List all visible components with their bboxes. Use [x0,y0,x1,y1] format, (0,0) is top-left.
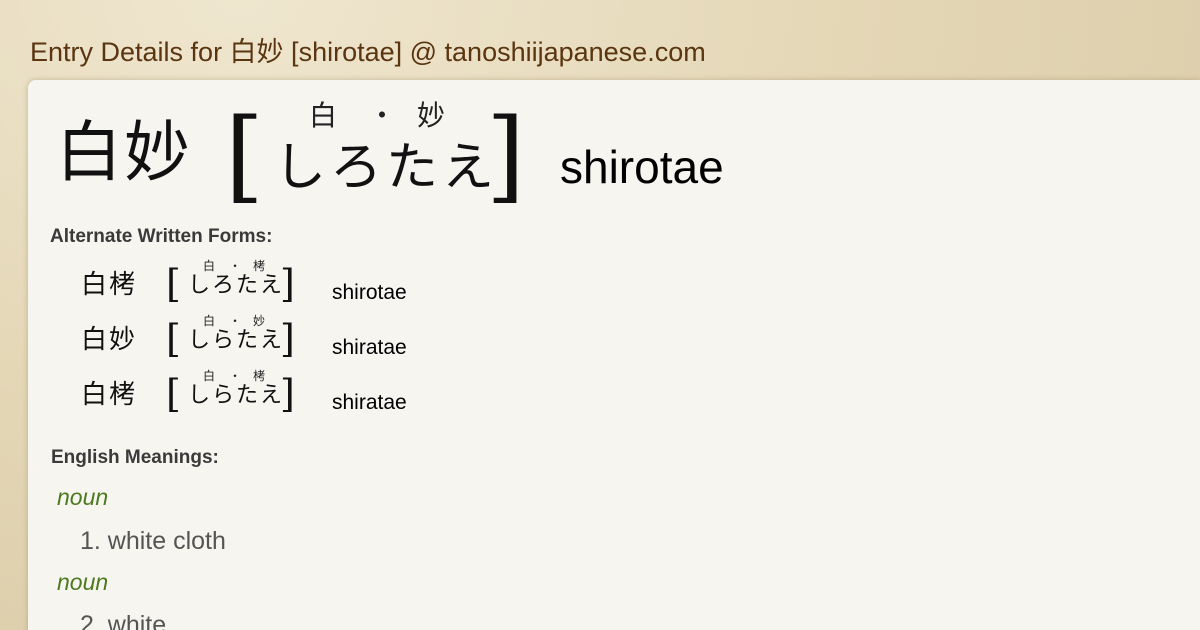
part-of-speech: noun [57,484,109,510]
alt-kana: しろたえ [188,273,285,298]
alt-kanji: 白妙 [81,325,138,355]
alt-furigana-separator: ・ [229,369,242,383]
entry-card: 白妙 [ 白 ・ 妙 しろたえ ] shirotae Alternate Wri… [28,80,1200,630]
alternate-forms-heading: Alternate Written Forms: [50,226,273,247]
reading-open-bracket: [ [225,97,265,214]
alt-close-bracket: ] [280,372,295,416]
alt-romaji: shirotae [332,281,407,304]
meaning-item: 1. white cloth [80,527,226,555]
alt-kanji: 白栲 [81,270,138,300]
alternate-form-row: 白栲 [ 白 ・ 栲 しらたえ ] shiratae [28,370,528,420]
english-meanings-heading: English Meanings: [51,447,219,468]
alt-kana: しらたえ [188,383,285,408]
alt-furigana-char: 白 [203,314,216,328]
alt-kanji: 白栲 [81,380,138,410]
alt-furigana-char: 栲 [253,259,266,273]
alt-furigana-separator: ・ [229,259,242,273]
alt-furigana-char: 白 [203,259,216,273]
alt-open-bracket: [ [166,262,181,306]
alt-close-bracket: ] [280,262,295,306]
alt-close-bracket: ] [280,317,295,361]
page-title: Entry Details for 白妙 [shirotae] @ tanosh… [30,37,706,67]
alt-open-bracket: [ [166,317,181,361]
entry-romaji: shirotae [560,141,724,193]
part-of-speech: noun [57,569,109,595]
alt-furigana-char: 妙 [253,314,266,328]
meaning-item: 2. white [80,611,167,630]
alt-furigana-char: 白 [203,369,216,383]
furigana-separator: ・ [368,99,397,132]
reading-close-bracket: ] [486,97,526,214]
alt-romaji: shiratae [332,391,407,414]
alternate-form-row: 白栲 [ 白 ・ 栲 しろたえ ] shirotae [28,260,528,310]
furigana-char: 白 [309,99,338,132]
alt-romaji: shiratae [332,336,407,359]
entry-kanji: 白妙 [56,114,192,191]
entry-kana: しろたえ [274,138,499,198]
alternate-form-row: 白妙 [ 白 ・ 妙 しらたえ ] shiratae [28,315,528,365]
furigana-char: 妙 [417,99,446,132]
alt-open-bracket: [ [166,372,181,416]
alt-furigana-char: 栲 [253,369,266,383]
alt-kana: しらたえ [188,328,285,353]
alt-furigana-separator: ・ [229,314,242,328]
